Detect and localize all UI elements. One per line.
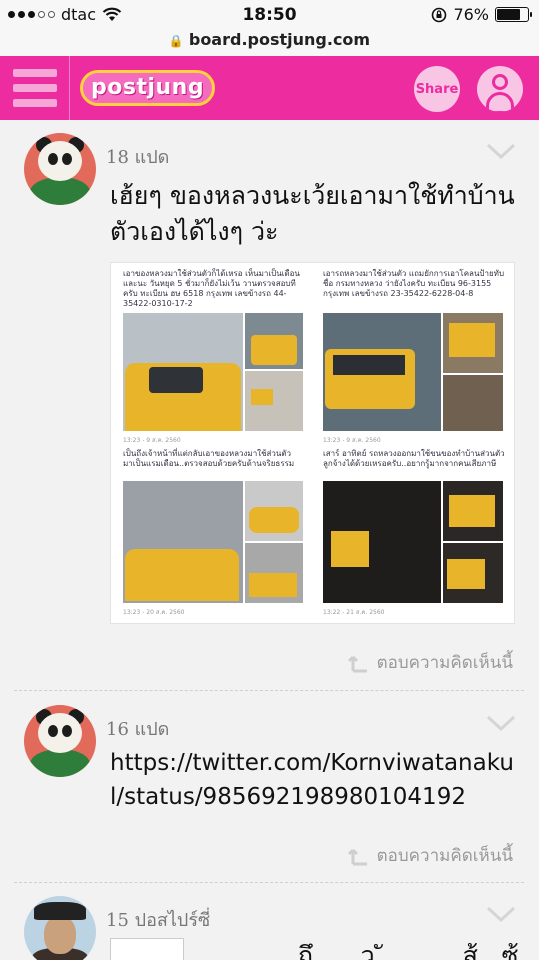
post-link[interactable]: https://twitter.com/Kornviwatanakul/stat… bbox=[110, 746, 520, 814]
post-image[interactable]: เอาของหลวงมาใช้ส่วนตัวก็ได้เหรอ เห็นมาเป… bbox=[110, 262, 515, 624]
reply-label: ตอบความคิดเห็นนี้ bbox=[376, 653, 513, 673]
share-button[interactable]: Share bbox=[414, 66, 460, 112]
post-date-number: 15 bbox=[106, 910, 129, 931]
post-title: เฮ้ยๆ ของหลวงนะเว้ยเอามาใช้ทำบ้านตัวเองไ… bbox=[110, 181, 515, 246]
reply-label: ตอบความคิดเห็นนี้ bbox=[376, 846, 513, 866]
post-date: 15 ปอสไปร์ซี่ bbox=[106, 905, 210, 934]
collage-footnote: 13:23 - 9 ส.ค. 2560 bbox=[323, 437, 381, 444]
avatar[interactable] bbox=[24, 705, 96, 777]
post-date-label: แปด bbox=[134, 147, 170, 168]
post-date-number: 18 bbox=[106, 147, 129, 168]
url-text: board.postjung.com bbox=[188, 30, 371, 49]
collage-cell: เอาของหลวงมาใช้ส่วนตัวก็ได้เหรอ เห็นมาเป… bbox=[123, 267, 303, 311]
collage-footnote: 13:23 - 20 ส.ค. 2560 bbox=[123, 609, 185, 616]
site-logo[interactable]: postjung bbox=[80, 70, 216, 106]
battery-fill bbox=[497, 9, 520, 20]
post-thumbnail[interactable] bbox=[110, 938, 184, 960]
reply-arrow-icon bbox=[347, 655, 367, 672]
post-date-number: 16 bbox=[106, 719, 129, 740]
collage-caption: เอาของหลวงมาใช้ส่วนตัวก็ได้เหรอ เห็นมาเป… bbox=[123, 269, 300, 308]
divider bbox=[14, 690, 524, 691]
user-icon[interactable] bbox=[477, 66, 523, 112]
post-title: ...ถึ.... .ว ั .... ....ส้ ..ซ้.... bbox=[274, 941, 539, 960]
post-date-label: แปด bbox=[134, 719, 170, 740]
post-date-label: ปอสไปร์ซี่ bbox=[134, 910, 211, 931]
status-bar: dtac 18:50 76% bbox=[0, 0, 539, 30]
hamburger-menu-icon[interactable] bbox=[0, 56, 70, 120]
lock-icon: 🔒 bbox=[168, 34, 184, 48]
divider bbox=[14, 882, 524, 883]
avatar[interactable] bbox=[24, 133, 96, 205]
avatar[interactable] bbox=[24, 896, 96, 960]
chevron-down-icon[interactable] bbox=[486, 715, 516, 731]
orientation-lock-icon bbox=[432, 7, 447, 22]
post-date: 16 แปด bbox=[106, 714, 169, 743]
battery-percent: 76% bbox=[453, 5, 489, 24]
chevron-down-icon[interactable] bbox=[486, 906, 516, 922]
collage-caption: เอารถหลวงมาใช้ส่วนตัว แถมยักการเอาโคลนป้… bbox=[323, 269, 505, 298]
collage-cell: เอารถหลวงมาใช้ส่วนตัว แถมยักการเอาโคลนป้… bbox=[323, 267, 505, 311]
collage-footnote: 13:23 - 9 ส.ค. 2560 bbox=[123, 437, 181, 444]
status-right: 76% bbox=[431, 5, 532, 24]
reply-button[interactable]: ตอบความคิดเห็นนี้ bbox=[347, 649, 513, 676]
reply-arrow-icon bbox=[347, 848, 367, 865]
collage-footnote: 13:22 - 21 ส.ค. 2560 bbox=[323, 609, 385, 616]
reply-button[interactable]: ตอบความคิดเห็นนี้ bbox=[347, 842, 513, 869]
battery-icon bbox=[495, 7, 532, 22]
chevron-down-icon[interactable] bbox=[486, 143, 516, 159]
post-date: 18 แปด bbox=[106, 142, 169, 171]
url-bar[interactable]: 🔒 board.postjung.com bbox=[0, 30, 539, 56]
